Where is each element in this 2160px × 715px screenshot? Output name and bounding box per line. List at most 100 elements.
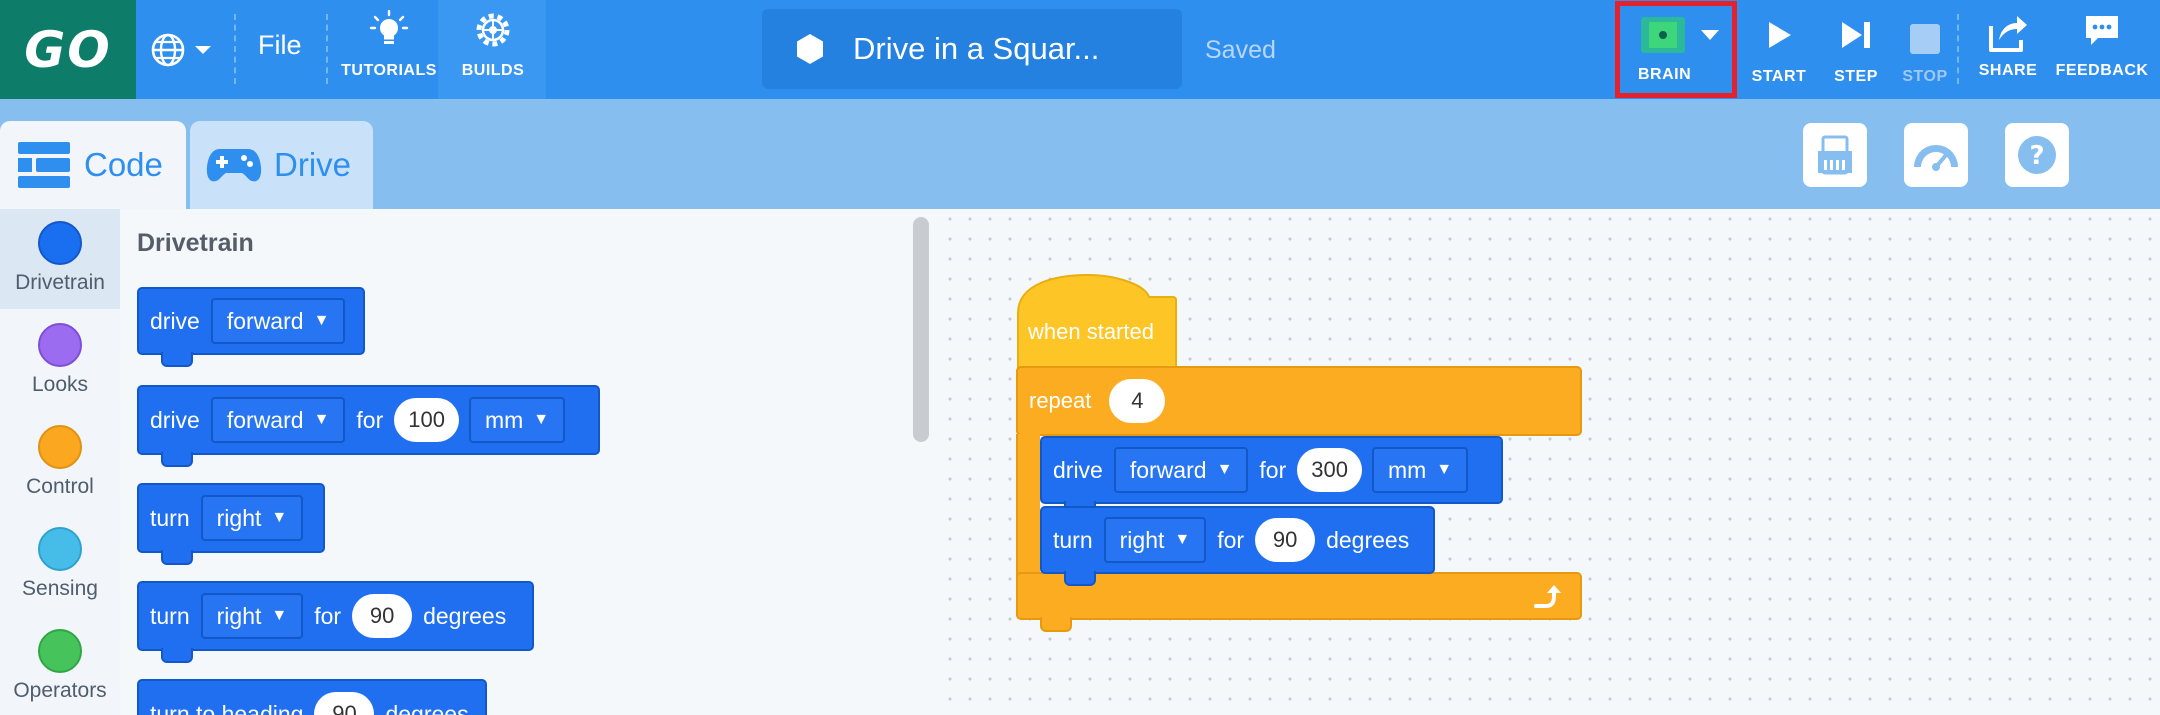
palette-drive-for-block[interactable]: drive forward ▼ for 100 mm ▼ — [137, 385, 600, 467]
category-control[interactable]: Control — [0, 413, 120, 513]
file-menu[interactable]: File — [258, 30, 302, 61]
toolbar-divider — [326, 14, 328, 84]
step-button[interactable]: STEP — [1830, 10, 1882, 90]
caret-down-icon: ▼ — [271, 607, 288, 624]
device-monitor-button[interactable] — [1803, 123, 1867, 187]
builds-button[interactable]: BUILDS — [460, 10, 526, 90]
heading-input[interactable]: 90 — [314, 692, 375, 715]
turn-direction-dropdown[interactable]: right ▼ — [1103, 517, 1207, 563]
step-icon — [1842, 22, 1870, 48]
hexagon-icon — [797, 34, 823, 64]
repeat-block-footer — [1016, 572, 1582, 632]
stop-button[interactable]: STOP — [1900, 10, 1950, 90]
turn-direction-dropdown[interactable]: right ▼ — [200, 593, 304, 639]
hat-block-label: when started — [1028, 319, 1154, 344]
palette-turn-to-heading-block[interactable]: turn to heading 90 degrees — [137, 679, 487, 715]
direction-dropdown[interactable]: forward ▼ — [1113, 447, 1249, 493]
globe-icon — [151, 33, 185, 67]
share-button[interactable]: SHARE — [1978, 10, 2038, 90]
loop-arrow-icon — [1534, 585, 1561, 608]
category-label: Sensing — [22, 577, 98, 600]
block-word: drive — [1053, 456, 1103, 483]
block-word: drive — [150, 406, 200, 433]
turn-direction-dropdown[interactable]: right ▼ — [200, 495, 304, 541]
tutorials-button[interactable]: TUTORIALS — [341, 10, 436, 90]
direction-dropdown[interactable]: forward ▼ — [210, 298, 346, 344]
step-label: STEP — [1834, 68, 1878, 85]
start-button[interactable]: START — [1750, 10, 1808, 90]
angle-input[interactable]: 90 — [1255, 518, 1316, 562]
angle-input[interactable]: 90 — [352, 594, 413, 638]
repeat-block[interactable]: repeat 4 — [1016, 366, 1582, 436]
script-drive-for-block[interactable]: drive forward ▼ for 300 mm ▼ — [1040, 436, 1503, 516]
gear-icon — [476, 13, 510, 47]
caret-down-icon: ▼ — [1174, 531, 1191, 548]
palette-drive-block[interactable]: drive forward ▼ — [137, 287, 365, 367]
distance-input[interactable]: 100 — [394, 398, 459, 442]
stop-label: STOP — [1902, 68, 1948, 85]
block-word: repeat — [1029, 388, 1092, 413]
repeat-block-arm — [1016, 434, 1040, 576]
logo-text: GO — [24, 20, 112, 79]
unit-dropdown[interactable]: mm ▼ — [1371, 447, 1469, 493]
script-turn-for-block[interactable]: turn right ▼ for 90 degrees — [1040, 506, 1435, 586]
palette-turn-for-block[interactable]: turn right ▼ for 90 degrees — [137, 581, 534, 663]
palette-scrollbar[interactable] — [913, 217, 929, 442]
category-dot — [38, 527, 82, 571]
block-word: degrees — [423, 602, 507, 629]
block-word: for — [356, 406, 384, 433]
dropdown-value: forward — [226, 307, 304, 334]
direction-dropdown[interactable]: forward ▼ — [210, 397, 346, 443]
palette-turn-block[interactable]: turn right ▼ — [137, 483, 325, 565]
tab-code[interactable]: Code — [0, 121, 186, 209]
dashboard-button[interactable] — [1904, 123, 1968, 187]
category-looks[interactable]: Looks — [0, 311, 120, 411]
start-label: START — [1751, 68, 1807, 85]
block-word: turn to heading — [150, 700, 304, 715]
toolbar-divider — [1957, 14, 1959, 84]
help-button[interactable]: ? — [2005, 123, 2069, 187]
category-sidebar: Drivetrain Looks Control Sensing Operato… — [0, 209, 120, 715]
tab-drive[interactable]: Drive — [190, 121, 373, 209]
category-dot — [38, 221, 82, 265]
category-operators[interactable]: Operators — [0, 617, 120, 715]
caret-down-icon: ▼ — [533, 411, 550, 428]
brain-button[interactable]: BRAIN — [1615, 1, 1737, 98]
play-icon — [1769, 22, 1791, 48]
dropdown-value: mm — [1387, 456, 1427, 483]
block-word: drive — [150, 307, 200, 334]
share-icon — [1989, 16, 2027, 52]
category-label: Looks — [31, 373, 89, 396]
block-word: degrees — [1326, 526, 1410, 553]
vexcode-go-logo: GO — [0, 0, 136, 99]
caret-down-icon: ▼ — [313, 312, 330, 329]
block-word: turn — [1053, 526, 1093, 553]
dropdown-value: right — [216, 504, 262, 531]
palette-title: Drivetrain — [137, 229, 254, 257]
language-menu[interactable] — [150, 26, 226, 74]
caret-down-icon: ▼ — [313, 411, 330, 428]
category-sensing[interactable]: Sensing — [0, 515, 120, 615]
dropdown-value: right — [216, 602, 262, 629]
category-dot — [38, 323, 82, 367]
project-title: Drive in a Squar... — [853, 31, 1100, 66]
help-icon: ? — [2018, 136, 2056, 174]
project-title-field[interactable]: Drive in a Squar... — [762, 9, 1182, 89]
distance-input[interactable]: 300 — [1297, 448, 1362, 492]
code-blocks-icon — [18, 142, 70, 188]
chat-bubble-icon — [2086, 16, 2118, 45]
speedometer-icon — [1914, 145, 1958, 171]
unit-dropdown[interactable]: mm ▼ — [468, 397, 566, 443]
when-started-block[interactable]: when started — [1017, 273, 1177, 374]
category-dot — [38, 629, 82, 673]
repeat-count-input[interactable]: 4 — [1109, 379, 1166, 423]
tab-drive-label: Drive — [274, 146, 352, 183]
block-word: turn — [150, 504, 190, 531]
top-toolbar: GO File TUTORIALS BUILDS Drive in a Squa… — [0, 0, 2160, 99]
category-drivetrain[interactable]: Drivetrain — [0, 209, 120, 309]
share-label: SHARE — [1978, 62, 2038, 79]
block-word: degrees — [385, 700, 469, 715]
caret-down-icon: ▼ — [1436, 461, 1453, 478]
block-word: for — [314, 602, 342, 629]
feedback-button[interactable]: FEEDBACK — [2056, 10, 2148, 90]
